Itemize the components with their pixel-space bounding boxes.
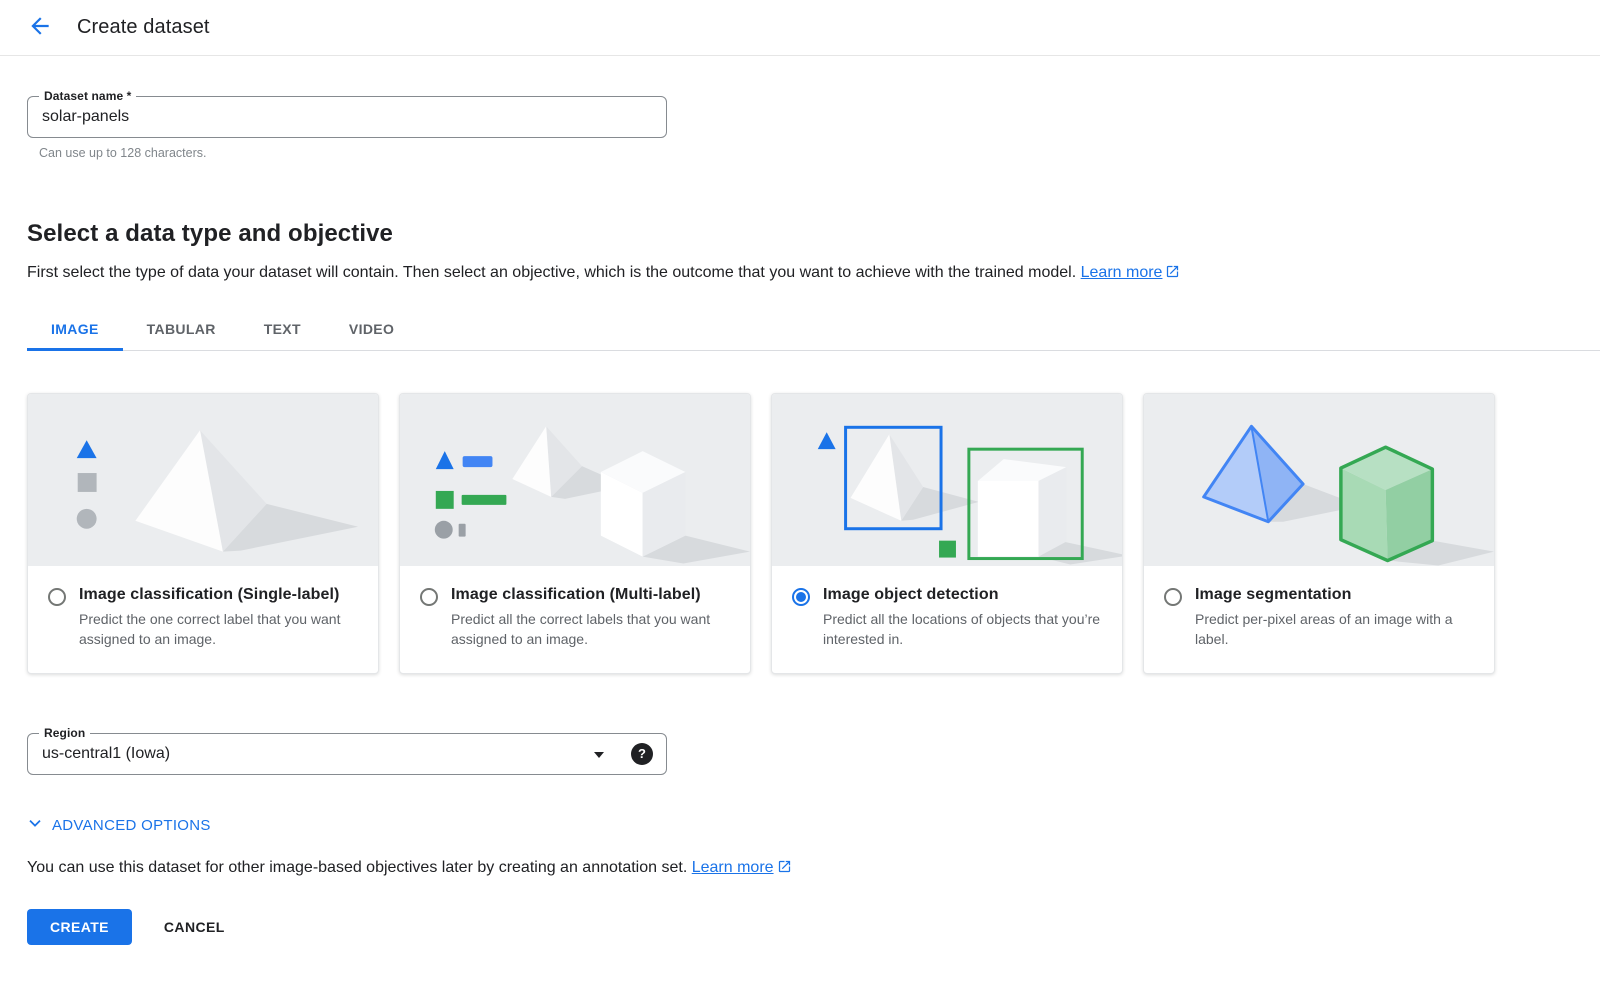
external-link-icon [777, 859, 792, 879]
footer-note: You can use this dataset for other image… [27, 859, 1573, 879]
dataset-name-helper-text: Can use up to 128 characters. [39, 146, 207, 160]
card-body: Image object detection Predict all the l… [772, 566, 1122, 673]
create-button[interactable]: CREATE [27, 909, 132, 945]
chevron-down-icon [27, 815, 43, 835]
dataset-name-field[interactable]: Dataset name * solar-panels [27, 89, 667, 138]
tab-text[interactable]: TEXT [240, 310, 325, 351]
region-value[interactable]: us-central1 (Iowa) [28, 734, 666, 774]
card-title: Image object detection [823, 586, 999, 603]
page-header: Create dataset [0, 0, 1600, 56]
card-image-segmentation[interactable]: Image segmentation Predict per-pixel are… [1143, 393, 1495, 674]
action-bar: CREATE CANCEL [27, 909, 1573, 945]
dropdown-caret-icon[interactable] [594, 752, 604, 758]
advanced-options-toggle[interactable]: ADVANCED OPTIONS [27, 815, 1573, 835]
card-image-object-detection[interactable]: Image object detection Predict all the l… [771, 393, 1123, 674]
section-description-text: First select the type of data your datas… [27, 264, 1077, 281]
region-select[interactable]: Region us-central1 (Iowa) ? [27, 726, 667, 775]
card-description: Predict per-pixel areas of an image with… [1195, 611, 1453, 647]
segmentation-illustration [1144, 394, 1494, 566]
radio-image-segmentation[interactable] [1164, 588, 1182, 606]
learn-more-link[interactable]: Learn more [1081, 264, 1163, 281]
region-label: Region [39, 726, 91, 740]
section-heading: Select a data type and objective [27, 220, 394, 247]
card-title: Image segmentation [1195, 586, 1352, 603]
footer-note-text: You can use this dataset for other image… [27, 859, 688, 876]
tab-image[interactable]: IMAGE [27, 310, 123, 351]
data-type-tabs: IMAGE TABULAR TEXT VIDEO [27, 310, 1600, 351]
card-description: Predict the one correct label that you w… [79, 611, 341, 647]
arrow-back-icon [27, 13, 53, 42]
page-title: Create dataset [77, 16, 210, 38]
single-label-illustration [28, 394, 378, 566]
objective-cards: Image classification (Single-label) Pred… [27, 393, 1573, 674]
card-body: Image segmentation Predict per-pixel are… [1144, 566, 1494, 673]
card-body: Image classification (Single-label) Pred… [28, 566, 378, 673]
dataset-name-label: Dataset name * [39, 89, 137, 103]
advanced-options-label: ADVANCED OPTIONS [52, 816, 211, 834]
card-title: Image classification (Single-label) [79, 586, 340, 603]
dataset-name-input[interactable]: solar-panels [28, 97, 666, 137]
card-body: Image classification (Multi-label) Predi… [400, 566, 750, 673]
card-description: Predict all the correct labels that you … [451, 611, 711, 647]
tab-tabular[interactable]: TABULAR [123, 310, 240, 351]
radio-image-object-detection[interactable] [792, 588, 810, 606]
radio-image-classification-multi[interactable] [420, 588, 438, 606]
external-link-icon [1165, 264, 1180, 284]
radio-image-classification-single[interactable] [48, 588, 66, 606]
region-help-icon[interactable]: ? [631, 743, 653, 765]
footer-learn-more-link[interactable]: Learn more [692, 859, 774, 876]
card-title: Image classification (Multi-label) [451, 586, 701, 603]
back-arrow-button[interactable] [20, 8, 60, 48]
card-image-classification-multi[interactable]: Image classification (Multi-label) Predi… [399, 393, 751, 674]
main-content: Dataset name * solar-panels Can use up t… [0, 89, 1600, 945]
object-detection-illustration [772, 394, 1122, 566]
tab-video[interactable]: VIDEO [325, 310, 418, 351]
multi-label-illustration [400, 394, 750, 566]
section-description: First select the type of data your datas… [27, 264, 1573, 284]
card-image-classification-single[interactable]: Image classification (Single-label) Pred… [27, 393, 379, 674]
card-description: Predict all the locations of objects tha… [823, 611, 1101, 647]
cancel-button[interactable]: CANCEL [140, 909, 249, 945]
